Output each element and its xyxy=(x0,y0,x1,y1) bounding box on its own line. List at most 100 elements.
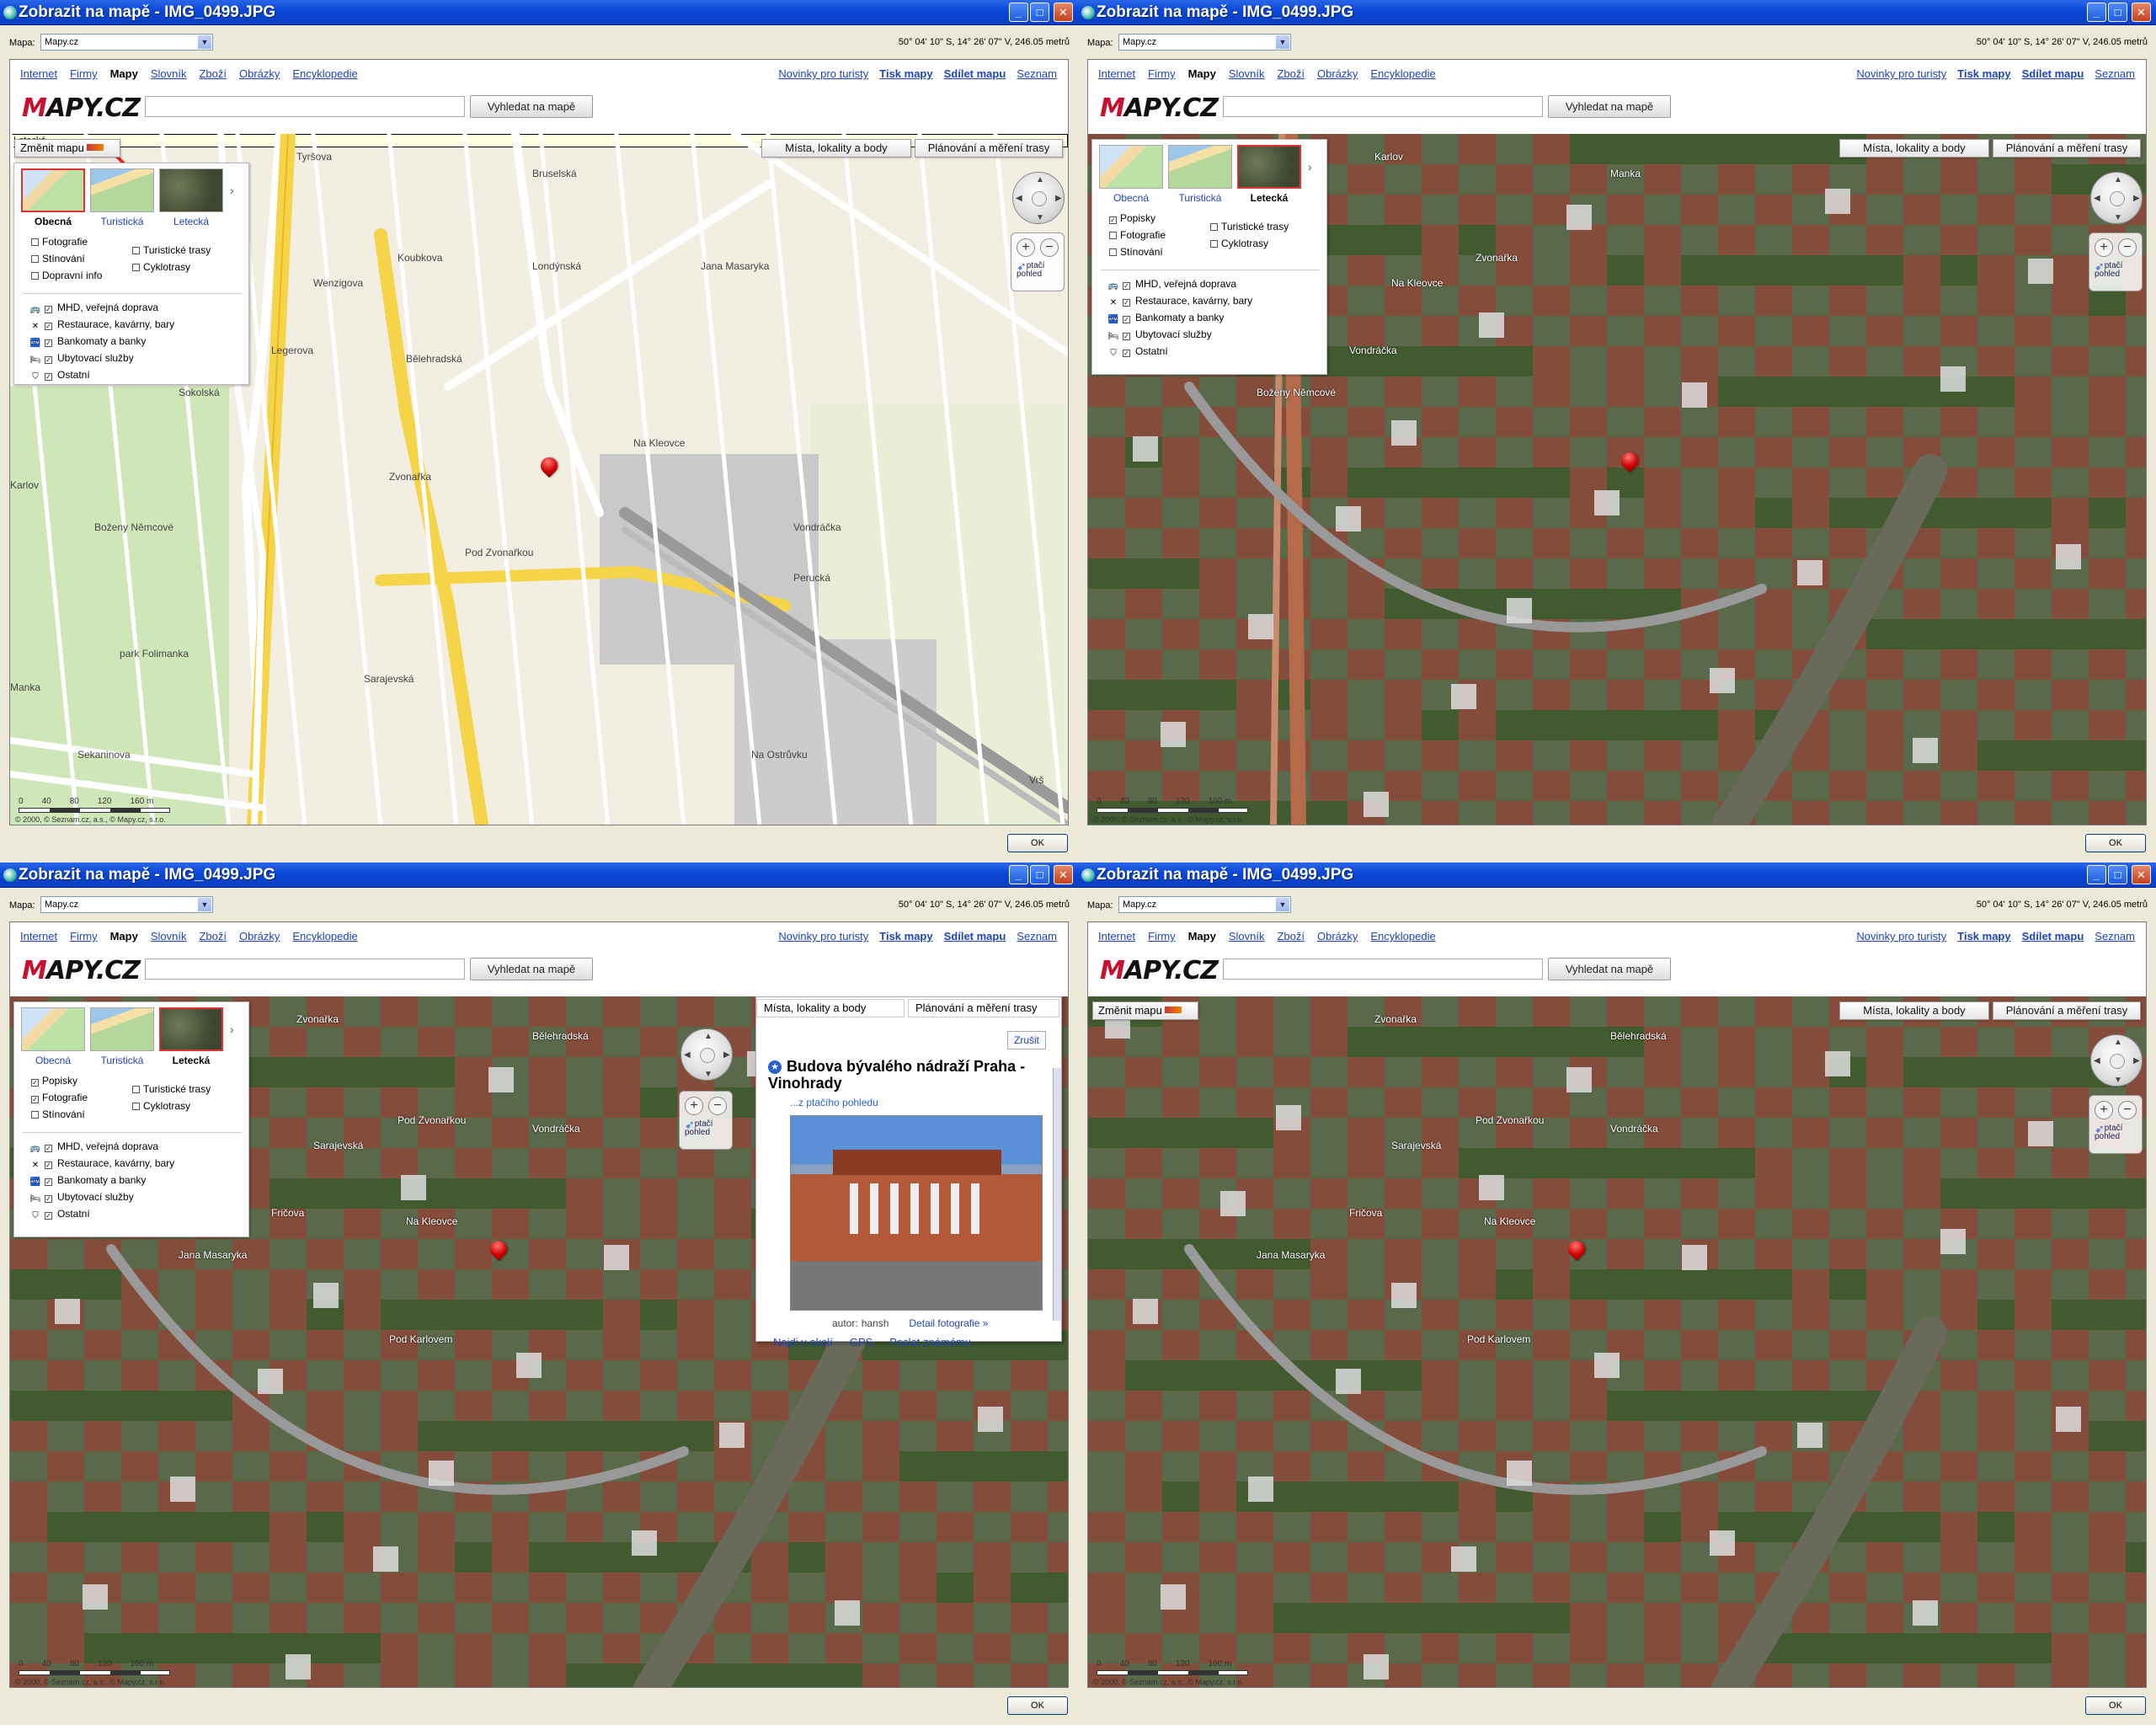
checkbox[interactable] xyxy=(31,255,39,263)
nav-link-0[interactable]: Internet xyxy=(20,67,57,80)
checkbox[interactable]: ✓ xyxy=(1123,333,1130,340)
map-source-select[interactable]: Mapy.cz ▼ xyxy=(40,896,213,913)
pan-center[interactable] xyxy=(2110,1054,2125,1069)
layer-check-0[interactable]: ✓ Popisky xyxy=(1109,212,1155,224)
map-type-label-0[interactable]: Obecná xyxy=(21,1055,85,1066)
map-type-label-1[interactable]: Turistická xyxy=(90,216,154,227)
checkbox[interactable] xyxy=(1210,223,1218,231)
map-action-2[interactable]: Sdílet mapu xyxy=(944,930,1006,943)
map-type-label-2[interactable]: Letecká xyxy=(159,1055,223,1066)
pan-right-icon[interactable]: ▶ xyxy=(1055,194,1062,203)
pan-down-icon[interactable]: ▼ xyxy=(2114,213,2122,222)
layer-check-2[interactable]: Stínování xyxy=(1109,246,1163,258)
map-type-thumb-2[interactable] xyxy=(1237,145,1301,189)
checkbox[interactable] xyxy=(1109,232,1117,239)
map-action-0[interactable]: Novinky pro turisty xyxy=(778,67,868,80)
pan-control[interactable]: ▲ ▼ ◀ ▶ xyxy=(2090,172,2143,224)
checkbox[interactable] xyxy=(31,272,39,280)
close-button[interactable]: ✕ xyxy=(1054,3,1073,22)
nav-link-3[interactable]: Slovník xyxy=(1229,67,1265,80)
maximize-button[interactable]: □ xyxy=(2108,3,2127,22)
chevron-right-icon[interactable]: › xyxy=(230,1023,234,1036)
layer-check-0[interactable]: Fotografie xyxy=(31,236,88,248)
poi-check-0[interactable]: 🚌 ✓ MHD, veřejná doprava xyxy=(1107,278,1236,291)
maximize-button[interactable]: □ xyxy=(1030,865,1049,884)
checkbox[interactable]: ✓ xyxy=(45,306,52,313)
layer-check-1[interactable]: Stínování xyxy=(31,253,85,264)
mapy-logo[interactable]: MAPY.CZ xyxy=(22,93,141,123)
pan-up-icon[interactable]: ▲ xyxy=(1036,175,1044,184)
bird-view-button[interactable]: ➶ptačí pohled xyxy=(2095,260,2142,279)
pan-right-icon[interactable]: ▶ xyxy=(2133,1056,2140,1065)
mapy-logo[interactable]: MAPY.CZ xyxy=(1100,93,1219,123)
title-bar[interactable]: Zobrazit na mapě - IMG_0499.JPG _ □ ✕ xyxy=(1078,862,2156,888)
close-button[interactable]: ✕ xyxy=(1054,865,1073,884)
map-type-thumb-2[interactable] xyxy=(159,168,223,212)
map-source-select[interactable]: Mapy.cz ▼ xyxy=(1118,896,1291,913)
map-type-thumb-2[interactable] xyxy=(159,1007,223,1051)
title-bar[interactable]: Zobrazit na mapě - IMG_0499.JPG _ □ ✕ xyxy=(0,862,1078,888)
nav-link-1[interactable]: Firmy xyxy=(1148,930,1176,943)
map-action-3[interactable]: Seznam xyxy=(1017,930,1057,943)
nav-link-4[interactable]: Zboží xyxy=(1277,67,1305,80)
checkbox[interactable]: ✓ xyxy=(45,373,52,381)
map-type-label-0[interactable]: Obecná xyxy=(1099,192,1163,204)
trail-check-1[interactable]: Cyklotrasy xyxy=(1210,238,1268,249)
map-action-1[interactable]: Tisk mapy xyxy=(1957,930,2010,943)
popup-scrollbar[interactable] xyxy=(1053,1068,1061,1321)
nav-link-6[interactable]: Encyklopedie xyxy=(1370,67,1435,80)
popup-action-1[interactable]: GPS xyxy=(850,1336,873,1348)
layer-check-1[interactable]: Fotografie xyxy=(1109,229,1166,241)
pan-left-icon[interactable]: ◀ xyxy=(1016,194,1022,203)
popup-photo[interactable] xyxy=(790,1115,1043,1311)
nav-link-4[interactable]: Zboží xyxy=(1277,930,1305,943)
checkbox[interactable]: ✓ xyxy=(31,1096,39,1103)
nav-link-4[interactable]: Zboží xyxy=(199,930,227,943)
poi-check-0[interactable]: 🚌 ✓ MHD, veřejná doprava xyxy=(29,1140,158,1154)
map-type-thumb-1[interactable] xyxy=(90,1007,154,1051)
checkbox[interactable]: ✓ xyxy=(45,1212,52,1220)
map-type-label-0[interactable]: Obecná xyxy=(21,216,85,227)
map-action-0[interactable]: Novinky pro turisty xyxy=(1856,67,1946,80)
location-pin[interactable] xyxy=(1621,452,1638,478)
layer-check-2[interactable]: Dopravní info xyxy=(31,270,102,281)
nav-link-0[interactable]: Internet xyxy=(20,930,57,943)
zoom-in-button[interactable]: + xyxy=(2095,238,2113,257)
nav-link-6[interactable]: Encyklopedie xyxy=(292,67,357,80)
pan-control[interactable]: ▲ ▼ ◀ ▶ xyxy=(2090,1034,2143,1087)
pan-control[interactable]: ▲ ▼ ◀ ▶ xyxy=(1012,172,1065,224)
zoom-in-button[interactable]: + xyxy=(1017,238,1035,257)
minimize-button[interactable]: _ xyxy=(1009,3,1028,22)
maximize-button[interactable]: □ xyxy=(1030,3,1049,22)
popup-tab-places[interactable]: Místa, lokality a body xyxy=(756,999,905,1017)
pan-left-icon[interactable]: ◀ xyxy=(2094,194,2100,203)
map-type-thumb-0[interactable] xyxy=(1099,145,1163,189)
map-canvas[interactable]: Zvonařka Bělehradská Pod Zvonařkou Sarajevs… xyxy=(1088,996,2146,1687)
pan-down-icon[interactable]: ▼ xyxy=(2114,1076,2122,1085)
nav-link-5[interactable]: Obrázky xyxy=(1317,930,1358,943)
trail-check-0[interactable]: Turistické trasy xyxy=(132,244,211,256)
poi-check-4[interactable]: ⛉ ✓ Ostatní xyxy=(1107,345,1167,359)
nav-link-3[interactable]: Slovník xyxy=(1229,930,1265,943)
search-input[interactable] xyxy=(145,959,465,980)
map-action-1[interactable]: Tisk mapy xyxy=(879,930,932,943)
checkbox[interactable] xyxy=(31,238,39,246)
popup-action-0[interactable]: Najdi v okolí xyxy=(773,1336,833,1348)
checkbox[interactable] xyxy=(1109,248,1117,256)
nav-link-1[interactable]: Firmy xyxy=(1148,67,1176,80)
trail-check-0[interactable]: Turistické trasy xyxy=(132,1083,211,1095)
places-button[interactable]: Místa, lokality a body xyxy=(1839,139,1989,158)
map-canvas[interactable]: Karlov Manka Zvonařka Na Kleovce Vondráčka Bo… xyxy=(1088,134,2146,825)
poi-check-2[interactable]: 🏧 ✓ Bankomaty a banky xyxy=(1107,312,1225,325)
photo-detail-link[interactable]: Detail fotografie » xyxy=(909,1317,988,1329)
checkbox[interactable]: ✓ xyxy=(45,1162,52,1169)
mapy-logo[interactable]: MAPY.CZ xyxy=(1100,956,1219,985)
map-canvas[interactable]: Tyršova Bruselská Koubkova Wenzigova Legerov… xyxy=(10,134,1068,825)
nav-link-0[interactable]: Internet xyxy=(1098,930,1135,943)
layer-check-2[interactable]: Stínování xyxy=(31,1108,85,1120)
checkbox[interactable] xyxy=(31,1111,39,1119)
pan-up-icon[interactable]: ▲ xyxy=(704,1032,712,1041)
poi-check-4[interactable]: ⛉ ✓ Ostatní xyxy=(29,1208,89,1221)
pan-up-icon[interactable]: ▲ xyxy=(2114,1038,2122,1047)
nav-link-1[interactable]: Firmy xyxy=(70,930,98,943)
